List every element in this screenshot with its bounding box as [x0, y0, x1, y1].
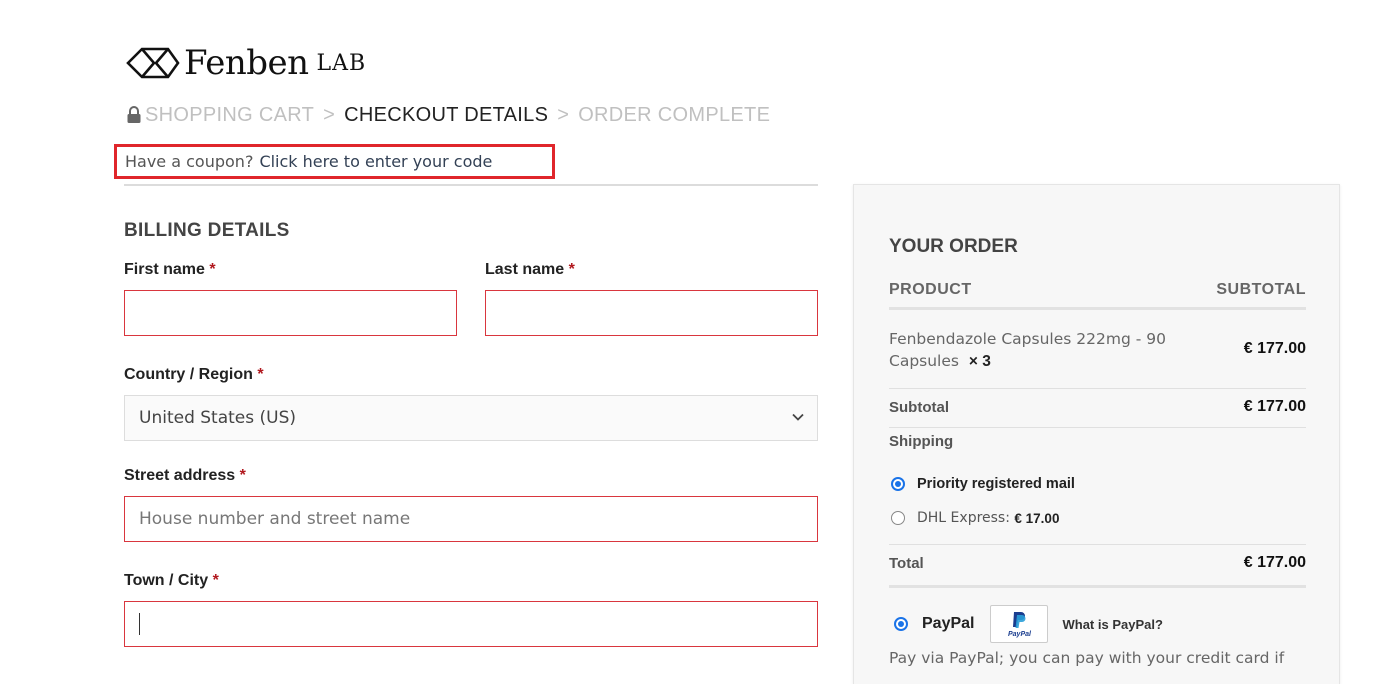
country-select-value: United States (US) [139, 408, 297, 428]
payment-method-paypal[interactable]: PayPal PayPal What is PayPal? [894, 604, 1163, 644]
chevron-down-icon [792, 413, 804, 421]
city-label-text: Town / City [124, 572, 209, 589]
order-item-row: Fenbendazole Capsules 222mg - 90 Capsule… [889, 325, 1306, 389]
coupon-notice: Have a coupon? Click here to enter your … [114, 144, 555, 179]
subtotal-label: Subtotal [889, 399, 949, 416]
country-label: Country / Region * [124, 366, 264, 384]
divider [889, 544, 1306, 545]
shipping-option-dhl[interactable]: DHL Express: € 17.00 [891, 510, 1059, 526]
city-input[interactable] [124, 601, 818, 647]
paypal-icon [1013, 612, 1026, 628]
breadcrumb-order-complete: ORDER COMPLETE [578, 103, 771, 126]
paypal-logo: PayPal [990, 605, 1049, 643]
total-row: Total € 177.00 [889, 553, 1306, 588]
shipping-option-dhl-price: € 17.00 [1014, 510, 1060, 526]
required-mark: * [209, 261, 216, 278]
required-mark: * [212, 572, 219, 589]
total-label: Total [889, 555, 924, 572]
shipping-option-priority-label: Priority registered mail [917, 476, 1075, 492]
brand-name: Fenben [184, 43, 309, 83]
product-name: Fenbendazole Capsules 222mg - 90 Capsule… [889, 330, 1166, 370]
radio-selected-icon[interactable] [891, 477, 905, 491]
breadcrumb-checkout-details[interactable]: CHECKOUT DETAILS [344, 104, 548, 127]
first-name-label-text: First name [124, 261, 205, 278]
order-summary: YOUR ORDER PRODUCT SUBTOTAL Fenbendazole… [853, 184, 1340, 684]
shipping-label: Shipping [889, 433, 954, 450]
billing-title: BILLING DETAILS [124, 220, 290, 241]
required-mark: * [568, 261, 575, 278]
last-name-label-text: Last name [485, 261, 565, 278]
divider [124, 184, 818, 186]
coupon-prompt: Have a coupon? [125, 152, 254, 171]
radio-selected-icon[interactable] [894, 617, 908, 631]
payment-label: PayPal [922, 615, 975, 632]
brand-logo[interactable]: Fenben LAB [124, 42, 366, 84]
paypal-logo-text: PayPal [1008, 631, 1031, 638]
subtotal-row: Subtotal € 177.00 [889, 397, 1306, 428]
first-name-input[interactable] [124, 290, 457, 336]
breadcrumb-separator: > [557, 103, 570, 126]
order-title: YOUR ORDER [889, 236, 1018, 257]
street-address-placeholder: House number and street name [139, 509, 411, 529]
brand-suffix: LAB [316, 50, 367, 76]
coupon-link[interactable]: Click here to enter your code [259, 152, 492, 171]
street-address-input[interactable]: House number and street name [124, 496, 818, 542]
breadcrumb: SHOPPING CART > CHECKOUT DETAILS > ORDER… [126, 102, 770, 128]
payment-description: Pay via PayPal; you can pay with your cr… [889, 649, 1285, 667]
col-subtotal: SUBTOTAL [1216, 281, 1306, 298]
street-label: Street address * [124, 467, 246, 485]
first-name-label: First name * [124, 261, 216, 279]
order-item-name: Fenbendazole Capsules 222mg - 90 Capsule… [889, 328, 1199, 373]
required-mark: * [239, 467, 246, 484]
breadcrumb-separator: > [323, 103, 336, 126]
diamond-logo-icon [126, 47, 180, 79]
total-value: € 177.00 [1243, 554, 1306, 571]
city-label: Town / City * [124, 572, 219, 590]
radio-unselected-icon[interactable] [891, 511, 905, 525]
street-label-text: Street address [124, 467, 236, 484]
required-mark: * [257, 366, 264, 383]
lock-icon [127, 106, 141, 123]
last-name-input[interactable] [485, 290, 818, 336]
country-select[interactable]: United States (US) [124, 395, 818, 441]
shipping-option-dhl-label: DHL Express: [917, 510, 1010, 526]
text-caret [139, 613, 140, 635]
subtotal-value: € 177.00 [1243, 398, 1306, 415]
last-name-label: Last name * [485, 261, 575, 279]
country-label-text: Country / Region [124, 366, 253, 383]
shipping-option-priority[interactable]: Priority registered mail [891, 476, 1075, 492]
order-item-price: € 177.00 [1243, 340, 1306, 357]
product-qty: × 3 [968, 353, 991, 370]
breadcrumb-shopping-cart[interactable]: SHOPPING CART [145, 104, 314, 127]
order-table-header: PRODUCT SUBTOTAL [889, 279, 1306, 310]
col-product: PRODUCT [889, 281, 972, 298]
what-is-paypal-link[interactable]: What is PayPal? [1062, 617, 1162, 632]
